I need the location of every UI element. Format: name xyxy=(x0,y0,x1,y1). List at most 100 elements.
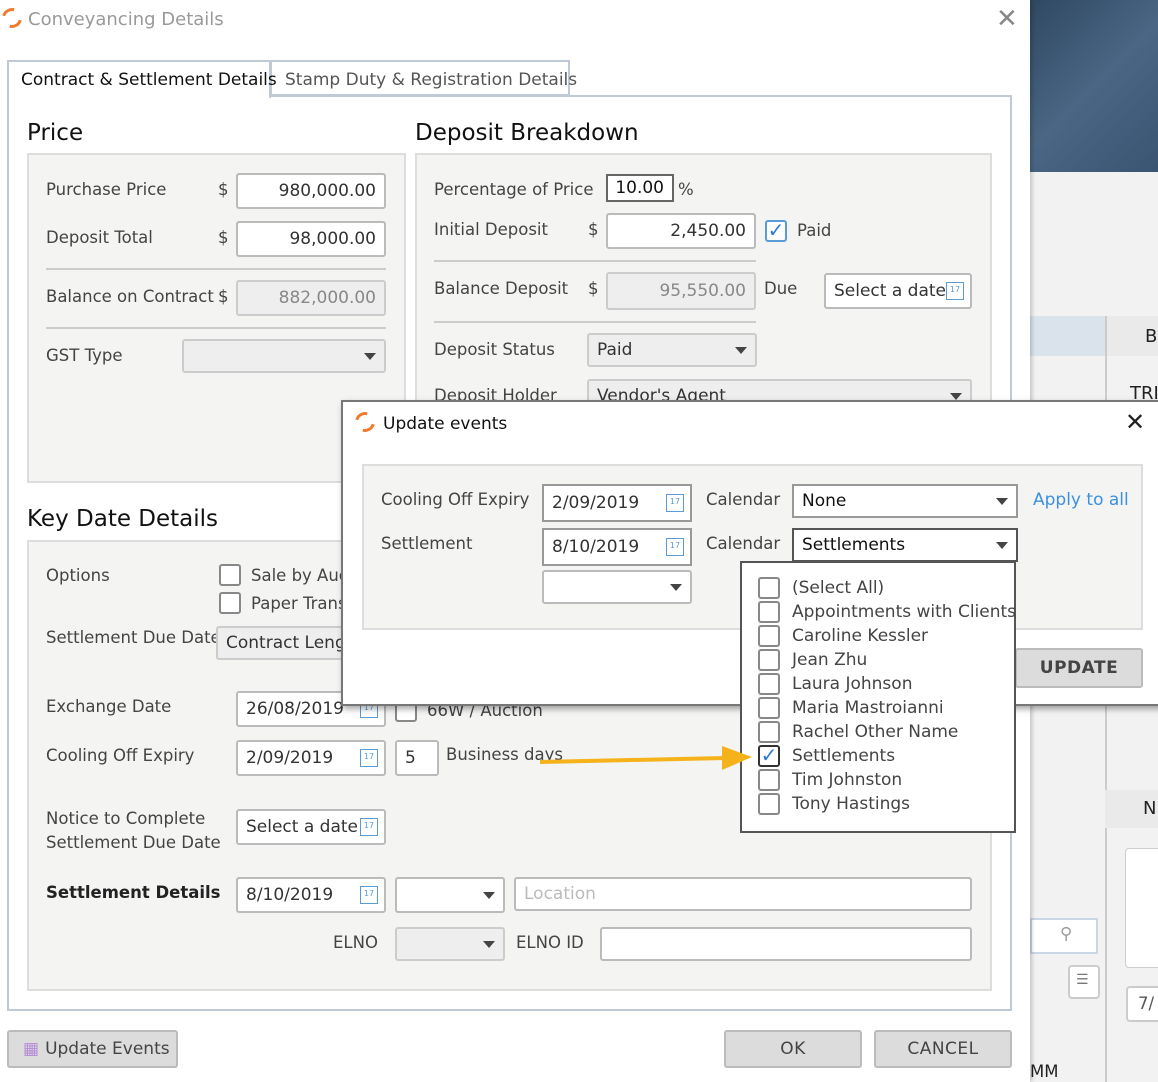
value: 980,000.00 xyxy=(278,181,376,201)
calendar-option[interactable]: Appointments with Clients xyxy=(758,601,1016,623)
apply-to-all-link[interactable]: Apply to all xyxy=(1033,490,1129,510)
calendar-icon[interactable]: 17 xyxy=(360,886,378,904)
calendar-option[interactable]: Rachel Other Name xyxy=(758,721,958,743)
chevron-down-icon xyxy=(670,584,682,591)
option-checkbox[interactable] xyxy=(758,649,780,671)
purchase-price-input[interactable]: 980,000.00 xyxy=(236,173,386,209)
percentage-label: Percentage of Price xyxy=(434,180,594,199)
option-checkbox[interactable] xyxy=(758,601,780,623)
paper-transfer-checkbox[interactable] xyxy=(219,592,241,614)
option-checkbox[interactable]: ✓ xyxy=(758,745,780,767)
tab-label: Stamp Duty & Registration Details xyxy=(285,70,578,90)
tab-contract-settlement[interactable]: Contract & Settlement Details xyxy=(7,60,277,98)
settlement-date-picker[interactable]: 8/10/2019 17 xyxy=(236,877,386,913)
update-events-button[interactable]: ▦ Update Events xyxy=(7,1030,178,1068)
calendar-option[interactable]: Tony Hastings xyxy=(758,793,910,815)
date-field[interactable]: 7/ xyxy=(1126,986,1158,1022)
calendar-option[interactable]: Jean Zhu xyxy=(758,649,867,671)
key-dates-heading: Key Date Details xyxy=(27,506,219,532)
cooling-off-date-picker[interactable]: 2/09/2019 17 xyxy=(236,740,386,776)
value: 98,000.00 xyxy=(289,229,376,249)
location-input[interactable]: Location xyxy=(514,877,972,911)
app-logo-icon xyxy=(0,4,26,32)
settlement-date-picker[interactable]: 8/10/2019 17 xyxy=(542,528,692,566)
settlement-time-select[interactable] xyxy=(395,877,505,913)
calendar-dropdown-list: (Select All) Appointments with Clients Car… xyxy=(740,561,1016,833)
button-label: UPDATE xyxy=(1039,658,1119,678)
dialog-title: Update events xyxy=(383,414,508,434)
close-icon[interactable]: ✕ xyxy=(996,4,1018,34)
notes-box[interactable] xyxy=(1125,848,1158,968)
option-label: Rachel Other Name xyxy=(792,722,959,742)
cooling-off-label: Cooling Off Expiry xyxy=(46,746,195,765)
balance-input: 882,000.00 xyxy=(236,280,386,316)
header-banner xyxy=(1030,0,1158,172)
chevron-down-icon xyxy=(364,353,376,360)
calendar-icon[interactable]: 17 xyxy=(360,818,378,836)
time-label: MM xyxy=(1030,1062,1059,1081)
placeholder: Location xyxy=(524,884,596,904)
paid-label: Paid xyxy=(797,221,832,240)
calendar-option[interactable]: Caroline Kessler xyxy=(758,625,928,647)
option-checkbox[interactable] xyxy=(758,625,780,647)
arrow-head xyxy=(722,746,752,770)
deposit-total-label: Deposit Total xyxy=(46,228,153,247)
due-date-picker[interactable]: Select a date 17 xyxy=(824,273,972,309)
option-label: Tony Hastings xyxy=(792,794,911,814)
placeholder: Select a date xyxy=(834,281,947,301)
option-checkbox[interactable] xyxy=(758,793,780,815)
calendar-option[interactable]: ✓ Settlements xyxy=(758,745,895,767)
option-checkbox[interactable] xyxy=(758,721,780,743)
sale-by-auction-checkbox[interactable] xyxy=(219,564,241,586)
search-button[interactable]: ⚲ xyxy=(1030,918,1098,954)
deposit-total-input[interactable]: 98,000.00 xyxy=(236,221,386,257)
section-header[interactable]: N xyxy=(1105,790,1158,828)
calendar-icon: ▦ xyxy=(23,1039,40,1059)
cancel-button[interactable]: CANCEL xyxy=(874,1030,1012,1068)
calendar-icon[interactable]: 17 xyxy=(946,282,964,300)
percentage-input[interactable]: 10.00 xyxy=(606,174,674,202)
settlement-calendar-select[interactable]: Settlements xyxy=(792,528,1018,562)
business-days-input[interactable]: 5 xyxy=(395,740,439,776)
settlement-time-select[interactable] xyxy=(542,570,692,604)
cooling-off-calendar-select[interactable]: None xyxy=(792,484,1018,518)
tab-stamp-duty[interactable]: Stamp Duty & Registration Details xyxy=(270,60,577,96)
button-label: CANCEL xyxy=(907,1039,979,1059)
value: Paid xyxy=(597,340,633,360)
cooling-off-date-picker[interactable]: 2/09/2019 17 xyxy=(542,484,692,522)
value: 882,000.00 xyxy=(278,288,376,308)
calendar-option[interactable]: Maria Mastroianni xyxy=(758,697,944,719)
option-checkbox[interactable] xyxy=(758,577,780,599)
option-checkbox[interactable] xyxy=(758,697,780,719)
calendar-option[interactable]: (Select All) xyxy=(758,577,884,599)
chevron-down-icon xyxy=(950,393,962,400)
elno-id-label: ELNO ID xyxy=(516,933,584,952)
column-header[interactable]: BI xyxy=(1105,316,1158,356)
close-icon[interactable]: ✕ xyxy=(1125,408,1145,436)
price-heading: Price xyxy=(27,120,84,146)
date-text: 7/ xyxy=(1138,994,1155,1013)
option-label: Appointments with Clients xyxy=(792,602,1017,622)
value: 8/10/2019 xyxy=(552,537,640,557)
calendar-option[interactable]: Laura Johnson xyxy=(758,673,912,695)
paid-checkbox[interactable]: ✓ xyxy=(765,220,787,242)
elno-id-input[interactable] xyxy=(600,927,972,961)
calendar-icon[interactable]: 17 xyxy=(666,538,684,556)
update-button[interactable]: UPDATE xyxy=(1015,648,1143,688)
deposit-status-select[interactable]: Paid xyxy=(587,333,757,367)
calendar-icon[interactable]: 17 xyxy=(360,749,378,767)
initial-deposit-input[interactable]: 2,450.00 xyxy=(606,213,756,249)
option-checkbox[interactable] xyxy=(758,673,780,695)
elno-select[interactable] xyxy=(395,927,505,961)
ok-button[interactable]: OK xyxy=(724,1030,862,1068)
initial-deposit-label: Initial Deposit xyxy=(434,220,548,239)
gst-type-select[interactable] xyxy=(182,339,386,373)
calendar-option[interactable]: Tim Johnston xyxy=(758,769,902,791)
divider xyxy=(434,321,756,323)
option-label: Maria Mastroianni xyxy=(792,698,944,718)
option-checkbox[interactable] xyxy=(758,769,780,791)
value: 2/09/2019 xyxy=(246,748,334,768)
calendar-icon[interactable]: 17 xyxy=(666,494,684,512)
notice-date-picker[interactable]: Select a date 17 xyxy=(236,809,386,845)
list-view-button[interactable]: ☰ xyxy=(1068,965,1100,999)
